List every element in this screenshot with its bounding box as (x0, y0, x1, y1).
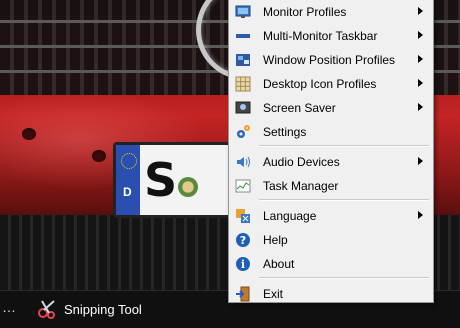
menu-item-label: Desktop Icon Profiles (263, 77, 377, 91)
menu-item-about[interactable]: i About (231, 253, 431, 275)
menu-item-label: Multi-Monitor Taskbar (263, 29, 378, 43)
exit-door-icon (235, 286, 251, 302)
menu-item-label: Language (263, 209, 317, 223)
menu-item-label: Task Manager (263, 179, 339, 193)
taskbar-item-label: Snipping Tool (64, 301, 142, 317)
menu-item-monitor-profiles[interactable]: Monitor Profiles (231, 1, 431, 23)
bumper-sensor (22, 128, 36, 140)
window-position-icon (235, 52, 251, 68)
plate-eu-band: D (116, 145, 140, 215)
taskbar-snipping-tool[interactable]: Snipping Tool (36, 295, 142, 323)
gears-icon (235, 124, 251, 140)
scissors-icon (36, 298, 58, 320)
tray-context-menu: Monitor Profiles Multi-Monitor Taskbar W… (228, 0, 434, 303)
submenu-arrow-icon (418, 157, 423, 165)
screen-saver-icon (235, 100, 251, 116)
menu-item-label: About (263, 257, 295, 271)
submenu-arrow-icon (418, 79, 423, 87)
menu-separator (259, 199, 429, 201)
menu-item-label: Screen Saver (263, 101, 336, 115)
menu-item-task-manager[interactable]: Task Manager (231, 175, 431, 197)
submenu-arrow-icon (418, 55, 423, 63)
menu-item-language[interactable]: Language (231, 205, 431, 227)
monitor-icon (235, 4, 251, 20)
submenu-arrow-icon (418, 31, 423, 39)
menu-item-help[interactable]: ? Help (231, 229, 431, 251)
info-icon: i (235, 256, 251, 272)
menu-item-label: Audio Devices (263, 155, 340, 169)
taskbar-overflow[interactable]: … (2, 299, 16, 315)
menu-separator (259, 277, 429, 279)
bumper-sensor (92, 150, 106, 162)
plate-country: D (123, 185, 132, 199)
menu-item-settings[interactable]: Settings (231, 121, 431, 143)
license-plate: D S M (113, 142, 239, 218)
speaker-icon (235, 154, 251, 170)
submenu-arrow-icon (418, 7, 423, 15)
help-icon: ? (235, 232, 251, 248)
taskbar-icon (235, 28, 251, 44)
plate-seal-icon (178, 177, 198, 197)
svg-text:i: i (241, 258, 245, 271)
menu-item-label: Monitor Profiles (263, 5, 347, 19)
submenu-arrow-icon (418, 211, 423, 219)
menu-item-screen-saver[interactable]: Screen Saver (231, 97, 431, 119)
task-manager-icon (235, 178, 251, 194)
language-icon (235, 208, 251, 224)
menu-item-window-position-profiles[interactable]: Window Position Profiles (231, 49, 431, 71)
menu-item-label: Window Position Profiles (263, 53, 396, 67)
menu-item-audio-devices[interactable]: Audio Devices (231, 151, 431, 173)
menu-item-label: Settings (263, 125, 307, 139)
eu-stars-icon (121, 153, 137, 169)
submenu-arrow-icon (418, 103, 423, 111)
menu-item-multi-monitor-taskbar[interactable]: Multi-Monitor Taskbar (231, 25, 431, 47)
menu-item-label: Exit (263, 287, 284, 301)
menu-item-label: Help (263, 233, 288, 247)
svg-text:?: ? (240, 234, 246, 247)
menu-separator (259, 145, 429, 147)
menu-item-desktop-icon-profiles[interactable]: Desktop Icon Profiles (231, 73, 431, 95)
menu-item-exit[interactable]: Exit (231, 283, 431, 305)
desktop-icons-grid-icon (235, 76, 251, 92)
